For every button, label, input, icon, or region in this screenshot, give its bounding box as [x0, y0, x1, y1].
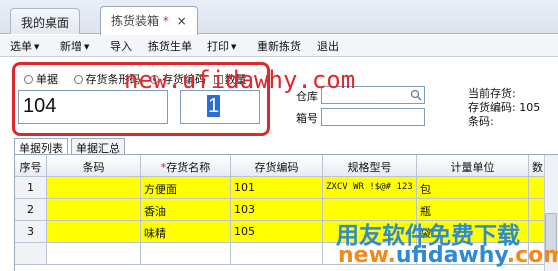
tab-strip: 我的桌面 拣货装箱 * ×: [0, 0, 558, 35]
row-seq: 3: [15, 221, 47, 243]
new-menu-button[interactable]: 新增 ▼: [60, 38, 89, 54]
chevron-down-icon: ▼: [84, 43, 90, 51]
tab-pick-pack[interactable]: 拣货装箱 * ×: [100, 6, 198, 35]
col-unit[interactable]: 计量单位: [417, 155, 529, 177]
box-number-label: 箱号: [296, 112, 318, 125]
search-icon[interactable]: [410, 89, 422, 101]
row-barcode[interactable]: [47, 243, 141, 265]
row-name[interactable]: 味精: [141, 221, 231, 243]
row-code[interactable]: [231, 243, 323, 265]
row-name[interactable]: 方便面: [141, 177, 231, 199]
repick-button[interactable]: 重新拣货: [257, 38, 301, 54]
chevron-down-icon: ▼: [231, 43, 237, 51]
row-name[interactable]: 香油: [141, 199, 231, 221]
row-unit[interactable]: 包: [417, 177, 529, 199]
watermark-url-part2: ufidawhy: [395, 243, 507, 268]
row-seq: [15, 243, 47, 265]
exit-button[interactable]: 退出: [317, 38, 339, 54]
row-barcode[interactable]: [47, 221, 141, 243]
toolbar: 选单 ▼ 新增 ▼ 导入 拣货生单 打印 ▼ 重新拣货 退出: [0, 35, 558, 57]
col-code[interactable]: 存货编码: [231, 155, 323, 177]
col-name-label: 存货名称: [166, 161, 211, 174]
chevron-down-icon: ▼: [34, 43, 40, 51]
row-barcode[interactable]: [47, 177, 141, 199]
row-seq: 2: [15, 199, 47, 221]
tab-doc-summary[interactable]: 单据汇总: [71, 138, 125, 155]
print-label: 打印: [207, 40, 229, 53]
watermark-url-part3: .com: [506, 243, 558, 268]
tab-my-desktop[interactable]: 我的桌面: [10, 8, 81, 34]
row-seq: 1: [15, 177, 47, 199]
watermark-url-part1: new.: [338, 243, 396, 268]
row-spec[interactable]: ZXCV WR !$@# 123: [323, 177, 417, 199]
select-menu-button[interactable]: 选单 ▼: [10, 38, 39, 54]
row-code[interactable]: 103: [231, 199, 323, 221]
box-number-input[interactable]: [321, 108, 425, 126]
col-spec[interactable]: 规格型号: [323, 155, 417, 177]
tab-label: 拣货装箱: [111, 14, 160, 28]
select-label: 选单: [10, 40, 32, 53]
item-code-value: 105: [519, 101, 541, 114]
barcode-label: 条码:: [468, 115, 494, 128]
close-icon[interactable]: ×: [177, 14, 187, 28]
watermark-url-top: new.ufidawhy.com: [124, 66, 356, 94]
modified-indicator: *: [162, 14, 169, 28]
col-barcode[interactable]: 条码: [47, 155, 141, 177]
tab-doc-list[interactable]: 单据列表: [14, 138, 68, 155]
print-menu-button[interactable]: 打印 ▼: [207, 38, 236, 54]
import-button[interactable]: 导入: [110, 38, 132, 54]
pick-generate-button[interactable]: 拣货生单: [148, 38, 192, 54]
tab-label: 我的桌面: [21, 16, 70, 30]
row-barcode[interactable]: [47, 199, 141, 221]
watermark-url-bottom: new.ufidawhy.com: [338, 243, 558, 268]
col-seq[interactable]: 序号: [15, 155, 47, 177]
col-name[interactable]: *存货名称: [141, 155, 231, 177]
new-label: 新增: [60, 40, 82, 53]
row-name[interactable]: [141, 243, 231, 265]
row-code[interactable]: 105: [231, 221, 323, 243]
row-code[interactable]: 101: [231, 177, 323, 199]
